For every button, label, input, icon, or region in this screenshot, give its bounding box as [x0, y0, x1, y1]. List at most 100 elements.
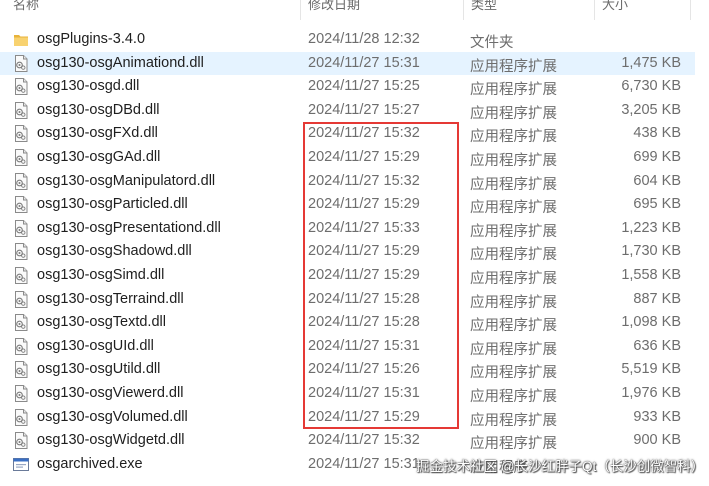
file-modified-date: 2024/11/27 15:28	[308, 314, 420, 331]
file-name: osg130-osgVolumed.dll	[37, 408, 188, 425]
file-name: osg130-osgPresentationd.dll	[37, 219, 221, 236]
file-modified-date: 2024/11/27 15:31	[308, 384, 420, 401]
file-row[interactable]: osg130-osgFXd.dll 2024/11/27 15:32 应用程序扩展 4…	[0, 122, 695, 146]
file-row[interactable]: osg130-osgAnimationd.dll 2024/11/27 15:31…	[0, 51, 695, 76]
file-type: 应用程序扩展	[470, 412, 557, 429]
dll-file-icon	[13, 408, 29, 426]
file-type: 应用程序扩展	[470, 388, 557, 405]
column-header-size[interactable]: 大小	[597, 0, 689, 16]
file-row[interactable]: osg130-osgTerraind.dll 2024/11/27 15:28 应用…	[0, 288, 695, 312]
file-modified-date: 2024/11/27 15:29	[308, 196, 420, 213]
file-row[interactable]: osg130-osgDBd.dll 2024/11/27 15:27 应用程序扩展 3…	[0, 99, 695, 123]
file-row[interactable]: osg130-osgShadowd.dll 2024/11/27 15:29 应用程…	[0, 240, 695, 264]
dll-file-icon	[13, 125, 29, 143]
exe-file-icon	[13, 456, 29, 473]
file-name: osg130-osgShadowd.dll	[37, 243, 192, 260]
file-name: osg130-osgAnimationd.dll	[37, 54, 204, 71]
file-row[interactable]: osg130-osgTextd.dll 2024/11/27 15:28 应用程序扩…	[0, 311, 695, 335]
file-name: osg130-osgSimd.dll	[37, 266, 165, 283]
dll-file-icon	[13, 337, 29, 355]
file-name: osgPlugins-3.4.0	[37, 31, 146, 47]
file-size: 1,730 KB	[621, 243, 681, 260]
folder-icon	[13, 31, 29, 48]
file-size: 933 KB	[633, 408, 681, 425]
column-divider[interactable]	[690, 0, 691, 20]
file-size: 604 KB	[633, 172, 681, 189]
file-name: osg130-osgTextd.dll	[37, 314, 166, 331]
file-row[interactable]: osg130-osgUtild.dll 2024/11/27 15:26 应用程序扩…	[0, 358, 695, 382]
dll-file-icon	[13, 54, 29, 72]
file-name: osg130-osgParticled.dll	[37, 196, 188, 213]
file-modified-date: 2024/11/27 15:32	[308, 172, 420, 189]
file-row[interactable]: osg130-osgVolumed.dll 2024/11/27 15:29 应用程…	[0, 406, 695, 430]
file-size: 887 KB	[633, 290, 681, 307]
file-size: 695 KB	[633, 196, 681, 213]
file-size: 3,205 KB	[621, 101, 681, 118]
column-divider[interactable]	[300, 0, 301, 20]
file-type: 应用程序扩展	[470, 247, 557, 264]
file-row[interactable]: osg130-osgSimd.dll 2024/11/27 15:29 应用程序扩展…	[0, 264, 695, 288]
file-name: osg130-osgManipulatord.dll	[37, 172, 216, 189]
file-type: 应用程序扩展	[470, 341, 557, 358]
file-size: 1,098 KB	[621, 314, 681, 331]
column-divider[interactable]	[594, 0, 595, 20]
file-row[interactable]: osg130-osgViewerd.dll 2024/11/27 15:31 应用程…	[0, 382, 695, 406]
dll-file-icon	[13, 148, 29, 166]
file-row[interactable]: osg130-osgGAd.dll 2024/11/27 15:29 应用程序扩展 6…	[0, 146, 695, 170]
file-type: 文件夹	[470, 35, 514, 51]
dll-file-icon	[13, 78, 29, 96]
file-name: osg130-osgTerraind.dll	[37, 290, 184, 307]
file-name: osg130-osgUtild.dll	[37, 361, 161, 378]
dll-file-icon	[13, 384, 29, 402]
file-row[interactable]: osg130-osgWidgetd.dll 2024/11/27 15:32 应用程…	[0, 429, 695, 453]
dll-file-icon	[13, 196, 29, 214]
dll-file-icon	[13, 243, 29, 261]
file-modified-date: 2024/11/27 15:29	[308, 148, 420, 165]
file-size: 5,519 KB	[621, 361, 681, 378]
column-header-type[interactable]: 类型	[466, 0, 594, 16]
file-modified-date: 2024/11/27 15:31	[308, 337, 420, 354]
file-modified-date: 2024/11/27 15:29	[308, 243, 420, 260]
file-type: 应用程序扩展	[470, 152, 557, 169]
file-size: 1,475 KB	[621, 54, 681, 71]
file-type: 应用程序扩展	[470, 82, 557, 99]
dll-file-icon	[13, 361, 29, 379]
file-name: osg130-osgd.dll	[37, 78, 140, 95]
file-type: 应用程序扩展	[470, 318, 557, 335]
file-modified-date: 2024/11/27 15:32	[308, 125, 420, 142]
file-size: 1,558 KB	[621, 266, 681, 283]
file-modified-date: 2024/11/27 15:31	[308, 455, 420, 472]
column-header-bar: 名称 修改日期 类型 大小	[0, 0, 709, 20]
file-modified-date: 2024/11/27 15:26	[308, 361, 420, 378]
column-header-date[interactable]: 修改日期	[303, 0, 463, 16]
file-row[interactable]: osgPlugins-3.4.0 2024/11/28 12:32 文件夹	[0, 28, 695, 52]
file-modified-date: 2024/11/27 15:25	[308, 78, 420, 95]
file-size: 699 KB	[633, 148, 681, 165]
file-row[interactable]: osg130-osgManipulatord.dll 2024/11/27 15:…	[0, 170, 695, 194]
file-row[interactable]: osg130-osgUId.dll 2024/11/27 15:31 应用程序扩展 6…	[0, 335, 695, 359]
file-type: 应用程序扩展	[470, 200, 557, 217]
file-modified-date: 2024/11/27 15:28	[308, 290, 420, 307]
column-header-name[interactable]: 名称	[8, 0, 300, 16]
file-modified-date: 2024/11/27 15:29	[308, 266, 420, 283]
file-name: osg130-osgWidgetd.dll	[37, 432, 185, 449]
file-size: 900 KB	[633, 432, 681, 449]
file-row[interactable]: osg130-osgd.dll 2024/11/27 15:25 应用程序扩展 6,7…	[0, 75, 695, 99]
dll-file-icon	[13, 266, 29, 284]
file-modified-date: 2024/11/27 15:29	[308, 408, 420, 425]
file-name: osg130-osgViewerd.dll	[37, 384, 184, 401]
file-type: 应用程序扩展	[470, 58, 557, 75]
file-name: osg130-osgDBd.dll	[37, 101, 160, 118]
file-name: osgarchived.exe	[37, 455, 143, 472]
dll-file-icon	[13, 101, 29, 119]
file-row[interactable]: osg130-osgPresentationd.dll 2024/11/27 15…	[0, 217, 695, 241]
file-size: 438 KB	[633, 125, 681, 142]
vertical-scrollbar[interactable]	[703, 0, 709, 486]
dll-file-icon	[13, 290, 29, 308]
dll-file-icon	[13, 219, 29, 237]
file-modified-date: 2024/11/27 15:27	[308, 101, 420, 118]
dll-file-icon	[13, 432, 29, 450]
file-row[interactable]: osg130-osgParticled.dll 2024/11/27 15:29 应…	[0, 193, 695, 217]
column-divider[interactable]	[463, 0, 464, 20]
file-list: osgPlugins-3.4.0 2024/11/28 12:32 文件夹 osg13…	[0, 28, 709, 476]
